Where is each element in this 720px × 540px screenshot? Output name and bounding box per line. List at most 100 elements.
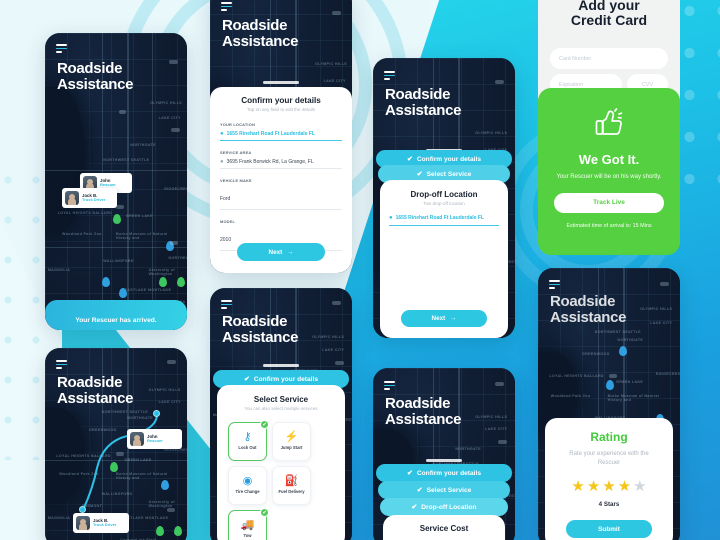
map-pin[interactable] [110,462,119,472]
next-button[interactable]: Next → [237,243,325,261]
star-rating[interactable]: ★ ★ ★ ★ ★ [545,479,673,494]
map-pin[interactable] [155,526,164,536]
route-endpoint[interactable] [153,410,160,417]
hamburger-icon[interactable] [221,2,232,13]
service-option-tow[interactable]: ✔ 🚚 Tow [228,508,269,540]
rescuer-card[interactable]: John Rescuer [127,429,182,449]
check-icon: ✔ [244,376,250,383]
driver-card[interactable]: Jack B. Truck Driver [62,188,117,208]
map-badge [332,10,342,15]
service-option-tire-change[interactable]: ◉ Tire Change [228,466,267,505]
confirm-fields: YOUR LOCATION ● 1655 Rinehart Road Ft La… [210,122,352,251]
map-label: LAKE CITY [158,116,181,121]
map-pin[interactable] [606,380,615,390]
field-your-location[interactable]: YOUR LOCATION ● 1655 Rinehart Road Ft La… [220,122,342,141]
check-icon: ✔ [416,171,423,178]
tow-icon: 🚚 [240,519,255,532]
screen-service-cost[interactable]: OLYMPIC HILLS LAKE CITY NORTHGATE NORTHW… [373,368,515,540]
map-pin[interactable] [174,526,183,536]
step-select-service[interactable]: ✔ Select Service [378,481,510,499]
screen-confirm-details[interactable]: OLYMPIC HILLS LAKE CITY NORTHGATE NORTHW… [210,0,352,273]
hamburger-icon[interactable] [56,360,67,371]
star-icon-1[interactable]: ★ [571,479,584,494]
service-grid: ✔ ⚷ Lock Out ⚡ Jump Start ◉ Tire Change … [228,420,334,540]
sheet-subtitle: Tow drop-off location [423,201,465,206]
map-label: NORTHEAST SEATTLE [168,255,187,260]
screen-tracking[interactable]: OLYMPIC HILLS LAKE CITY NORTHGATE NORTHW… [45,33,187,330]
map-badge [334,360,344,365]
next-button-label: Next [268,248,283,256]
service-cost-sheet: Service Cost $400 [383,515,505,540]
driver-role: Truck Driver [82,197,106,203]
service-label: Tow [243,533,252,539]
map-badge [167,508,176,512]
avatar [65,191,79,205]
service-option-lock-out[interactable]: ✔ ⚷ Lock Out [228,420,269,461]
sheet-drag-handle[interactable] [426,459,462,462]
map-badge [167,360,177,364]
screen-select-service[interactable]: OLYMPIC HILLS LAKE CITY NORTHGATE NORTHW… [210,288,352,540]
map-pin[interactable] [101,276,110,287]
step-dropoff-location[interactable]: ✔ Drop-off Location [380,498,508,516]
lock-out-icon: ⚷ [243,431,252,444]
map-badge [116,452,124,456]
service-option-fuel-delivery[interactable]: ⛽ Fuel Delivery [272,466,311,505]
map-label: LAKE CITY [650,321,673,326]
check-icon: ✔ [260,508,269,517]
hamburger-icon[interactable] [56,44,67,55]
map-badge [116,205,124,210]
sheet-title: Confirm your details [241,96,321,105]
field-value: 1655 Rinehart Road Ft Lauderdale FL [226,130,315,137]
service-option-jump-start[interactable]: ⚡ Jump Start [272,422,311,461]
field-dropoff-location[interactable]: ● 1655 Rinehart Road Ft Lauderdale FL [380,215,508,226]
driver-card[interactable]: Jack B. Truck Driver [73,513,129,533]
map-label: RIDGECREST [655,371,680,376]
step-label: Select Service [426,170,472,178]
star-icon-3[interactable]: ★ [602,479,615,494]
map-label: OLYMPIC HILLS [640,307,673,312]
screen-dropoff-location[interactable]: OLYMPIC HILLS LAKE CITY NORTHGATE NORTHW… [373,58,515,338]
sheet-drag-handle[interactable] [263,364,299,367]
field-value: 3695 Frank Borwick Rd, La Grange, FL [226,158,314,165]
star-icon-5[interactable]: ★ [633,479,646,494]
star-icon-4[interactable]: ★ [618,479,631,494]
screen-rating[interactable]: OLYMPIC HILLS LAKE CITY NORTHGATE NORTHW… [538,268,680,540]
check-icon: ✔ [416,487,423,494]
next-button[interactable]: Next → [401,310,487,327]
location-pin-icon: ● [220,158,224,165]
field-vehicle-make[interactable]: VEHICLE MAKE Ford [220,178,342,210]
map-label: OLYMPIC HILLS [150,101,183,106]
field-value: 1655 Rinehart Road Ft Lauderdale FL [395,215,484,221]
hamburger-icon[interactable] [384,381,395,392]
track-live-button[interactable]: Track Live [554,192,664,213]
card-number-input[interactable]: Card Number [550,48,668,69]
map-label: LAKE CITY [323,79,346,84]
map-pin[interactable] [113,214,122,225]
map-pin[interactable] [618,346,627,357]
hamburger-icon[interactable] [221,300,232,311]
screen-route-tracking[interactable]: OLYMPIC HILLS LAKE CITY NORTHGATE NORTHW… [45,348,187,540]
map-label: GREEN LAKE [616,380,644,384]
star-icon-2[interactable]: ★ [587,479,600,494]
hamburger-icon[interactable] [384,71,395,82]
submit-button[interactable]: Submit [566,520,652,538]
next-button-label: Next [431,315,446,322]
step-label: Drop-off Location [421,503,477,511]
field-service-area[interactable]: SERVICE AREA ● 3695 Frank Borwick Rd, La… [220,150,342,169]
page-title: Roadside Assistance [385,395,462,429]
tire-change-icon: ◉ [242,475,253,488]
map-pin[interactable] [118,288,127,299]
map-pin[interactable] [158,276,167,287]
step-confirm-details[interactable]: ✔ Confirm your details [376,464,512,482]
map-label: OLYMPIC HILLS [475,130,508,135]
hamburger-icon[interactable] [549,280,560,291]
route-startpoint[interactable] [79,506,86,513]
map-road [45,169,187,171]
check-icon: ✔ [411,504,418,511]
sheet-drag-handle[interactable] [263,81,299,84]
map-label: WALLINGFORD [103,258,134,263]
sheet-title: Drop-off Location [410,190,478,199]
check-icon: ✔ [260,420,269,429]
screen-request-confirmed[interactable]: We Got It. Your Rescuer will be on his w… [538,88,680,255]
map-pin[interactable] [177,276,186,287]
